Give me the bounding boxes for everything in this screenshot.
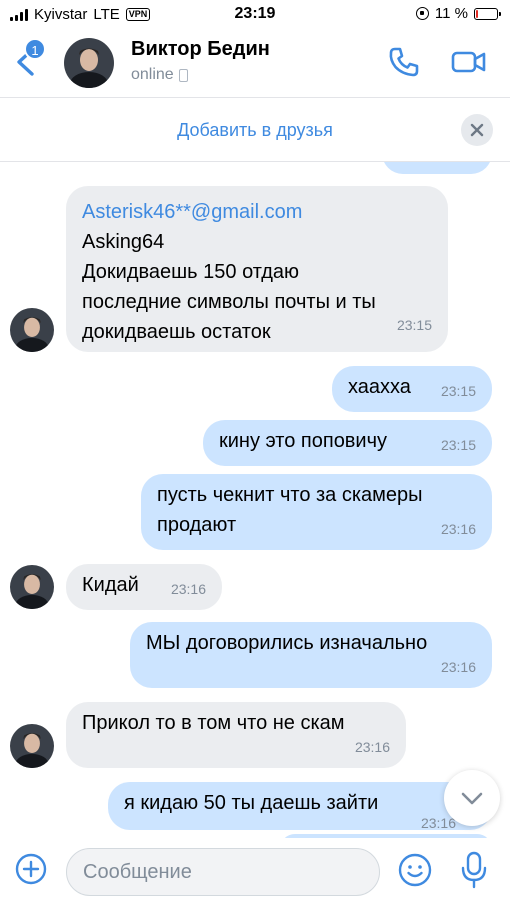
video-camera-icon bbox=[451, 51, 486, 73]
rotation-lock-icon bbox=[415, 7, 429, 20]
microphone-icon bbox=[461, 851, 487, 889]
message-time: 23:16 bbox=[170, 581, 206, 597]
message-text: Прикол то в том что не скам bbox=[82, 712, 345, 734]
message-input[interactable] bbox=[66, 848, 380, 896]
message-text: последние символы почты и ты bbox=[82, 291, 376, 313]
voice-message-button[interactable] bbox=[458, 850, 490, 890]
message-time: 23:15 bbox=[440, 383, 476, 399]
message-text: хаахха bbox=[348, 376, 411, 398]
chevron-down-icon bbox=[461, 792, 483, 805]
message-bubble-outgoing[interactable]: я кидаю 50 ты даешь зайти 23:16 bbox=[108, 782, 492, 831]
contact-status: online bbox=[131, 66, 188, 84]
battery-fill bbox=[476, 9, 478, 18]
message-text: продают bbox=[157, 514, 237, 536]
message-bubble-outgoing[interactable]: кину это поповичу 23:15 bbox=[203, 420, 492, 466]
message-bubble-incoming[interactable]: Кидай 23:16 bbox=[66, 564, 222, 610]
add-friend-button[interactable]: Добавить в друзья bbox=[0, 120, 510, 141]
close-add-friend-button[interactable] bbox=[461, 114, 493, 146]
call-button[interactable] bbox=[386, 44, 422, 80]
close-icon bbox=[470, 123, 484, 137]
message-bubble-incoming[interactable]: Asterisk46**@gmail.com Asking64 Докидвае… bbox=[66, 186, 448, 352]
message-text: я кидаю 50 ты даешь зайти bbox=[124, 792, 379, 814]
message-bubble-outgoing[interactable]: пусть чекнит что за скамеры продают 23:1… bbox=[141, 474, 492, 550]
message-time: 23:15 bbox=[440, 437, 476, 453]
message-composer bbox=[0, 838, 510, 900]
message-bubble-incoming[interactable]: Прикол то в том что не скам 23:16 bbox=[66, 702, 406, 768]
message-text: Докидваешь 150 отдаю bbox=[82, 261, 300, 283]
contact-avatar[interactable] bbox=[64, 38, 114, 88]
online-status-text: online bbox=[131, 66, 174, 83]
message-time: 23:16 bbox=[354, 739, 390, 755]
unread-badge: 1 bbox=[24, 38, 46, 60]
scroll-to-bottom-button[interactable] bbox=[444, 770, 500, 826]
attach-button[interactable] bbox=[14, 852, 48, 886]
message-list[interactable]: Asterisk46**@gmail.com Asking64 Докидвае… bbox=[0, 162, 510, 838]
message-text: МЫ договорились изначально bbox=[146, 632, 428, 654]
sender-avatar[interactable] bbox=[10, 724, 54, 768]
video-call-button[interactable] bbox=[450, 44, 488, 80]
add-friend-bar: Добавить в друзья bbox=[0, 98, 510, 162]
sender-avatar[interactable] bbox=[10, 308, 54, 352]
message-text: докидваешь остаток bbox=[82, 321, 271, 343]
message-text: Кидай bbox=[82, 574, 139, 596]
smile-icon bbox=[398, 853, 432, 887]
mobile-device-icon bbox=[178, 68, 188, 82]
message-text: пусть чекнит что за скамеры bbox=[157, 484, 423, 506]
phone-icon bbox=[389, 47, 419, 77]
message-time: 23:15 bbox=[396, 317, 432, 333]
sender-avatar[interactable] bbox=[10, 565, 54, 609]
message-text: Asking64 bbox=[82, 231, 165, 253]
status-right: 11 % bbox=[415, 5, 501, 22]
battery-icon bbox=[474, 7, 501, 20]
message-bubble-outgoing[interactable]: МЫ договорились изначально 23:16 bbox=[130, 622, 492, 688]
message-time: 23:16 bbox=[440, 521, 476, 537]
battery-percent: 11 % bbox=[434, 5, 468, 22]
emoji-button[interactable] bbox=[397, 852, 433, 888]
message-bubble-partial[interactable] bbox=[382, 162, 492, 174]
message-time: 23:16 bbox=[440, 659, 476, 675]
email-link[interactable]: Asterisk46**@gmail.com bbox=[82, 197, 432, 227]
message-text: кину это поповичу bbox=[219, 430, 388, 452]
chat-header: 1 Виктор Бедин online bbox=[0, 30, 510, 98]
message-bubble-outgoing[interactable]: хаахха 23:15 bbox=[332, 366, 492, 412]
status-bar: Kyivstar LTE VPN 23:19 11 % bbox=[0, 0, 510, 30]
plus-circle-icon bbox=[15, 853, 47, 885]
contact-name[interactable]: Виктор Бедин bbox=[131, 38, 270, 61]
